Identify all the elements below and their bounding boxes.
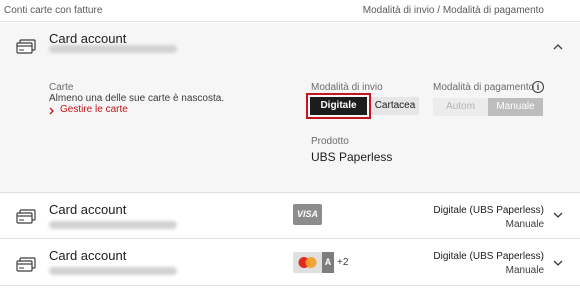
chevron-down-icon[interactable] <box>553 210 563 220</box>
invio-cartacea-button[interactable]: Cartacea <box>371 97 419 115</box>
credit-card-icon <box>16 209 36 224</box>
carte-label: Carte <box>49 82 74 93</box>
info-icon[interactable]: i <box>532 81 544 93</box>
account-title[interactable]: Card account <box>49 31 126 46</box>
delivery-status: Digitale (UBS Paperless) <box>433 205 544 216</box>
account-number-masked <box>49 267 177 275</box>
invio-digitale-button[interactable]: Digitale <box>306 93 371 119</box>
mastercard-icon <box>293 252 322 273</box>
account-number-masked <box>49 45 177 53</box>
account-title: Card account <box>49 202 127 217</box>
chevron-right-icon <box>49 107 54 115</box>
delivery-status: Digitale (UBS Paperless) <box>433 251 544 262</box>
credit-card-icon <box>16 257 36 272</box>
amex-card-icon: A <box>322 252 334 273</box>
more-cards-count: +2 <box>337 257 349 268</box>
account-number-masked <box>49 221 177 229</box>
chevron-up-icon[interactable] <box>553 42 563 52</box>
credit-card-icon <box>16 39 36 54</box>
payment-mode: Manuale <box>505 219 544 230</box>
payment-mode: Manuale <box>505 265 544 276</box>
column-header-modes: Modalità di invio / Modalità di pagament… <box>362 5 544 16</box>
prodotto-value: UBS Paperless <box>311 150 393 164</box>
account-title: Card account <box>49 248 127 263</box>
table-header: Conti carte con fatture Modalità di invi… <box>0 0 580 22</box>
chevron-down-icon[interactable] <box>553 258 563 268</box>
hidden-cards-notice: Almeno una delle sue carte è nascosta. <box>49 93 225 104</box>
manage-cards-link-label[interactable]: Gestire le carte <box>60 104 128 115</box>
pagamento-manuale-button[interactable]: Manuale <box>488 98 543 116</box>
column-header-accounts: Conti carte con fatture <box>4 5 103 16</box>
pagamento-label: Modalità di pagamento <box>433 82 535 93</box>
pagamento-autom-button[interactable]: Autom <box>433 98 488 116</box>
card-account-row[interactable]: Card account Digitale (UBS Paperless) Ma… <box>0 240 580 286</box>
prodotto-label: Prodotto <box>311 136 349 147</box>
card-account-row[interactable]: Card account Digitale (UBS Paperless) Ma… <box>0 194 580 239</box>
visa-card-icon: VISA <box>293 204 322 225</box>
invio-label: Modalità di invio <box>311 82 383 93</box>
